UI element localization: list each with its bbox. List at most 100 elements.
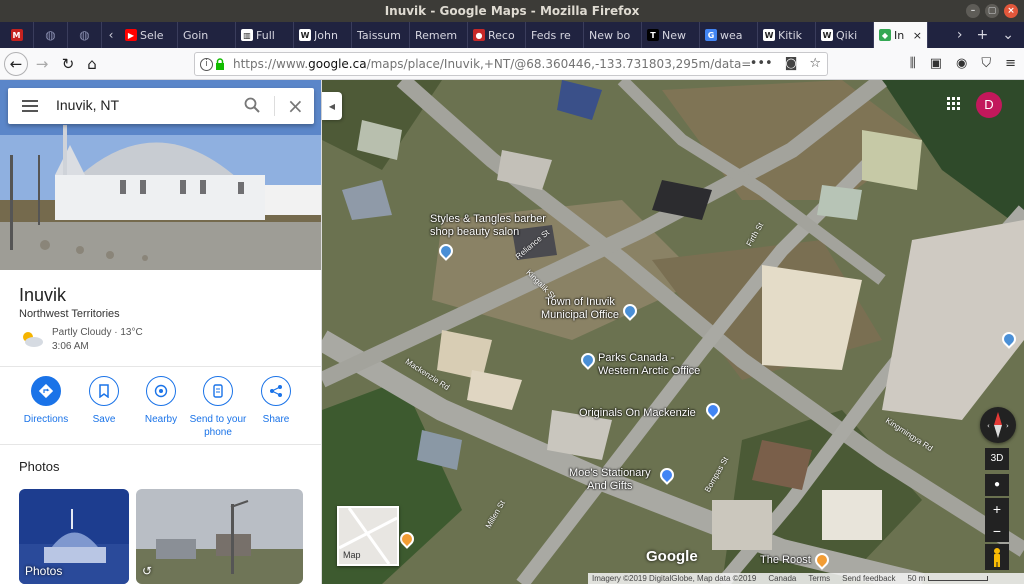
forward-button[interactable]: → [30,52,54,76]
tab-wea[interactable]: Gwea [700,22,758,48]
youtube-icon: ▶ [125,29,137,41]
pocket-icon[interactable]: ◙ [785,56,798,71]
tab-sele[interactable]: ▶ Sele [120,22,178,48]
feedback-link[interactable]: Send feedback [842,573,895,584]
tab-feds-re[interactable]: Feds re [526,22,584,48]
wikipedia-icon: W [763,29,775,41]
tab-list-icon[interactable]: ⌄ [1002,27,1014,43]
url-text[interactable]: https://www.google.ca/maps/place/Inuvik,… [233,57,753,71]
moes-label[interactable]: Moe's Stationary And Gifts [569,467,651,493]
nearby-icon [154,384,168,398]
send-to-phone-label: Send to your phone [189,414,247,438]
styles-and-tangles-label[interactable]: Styles & Tangles barber shop beauty salo… [430,213,546,239]
tab-new[interactable]: T New [642,22,700,48]
tab-globe[interactable]: ◍ [34,22,68,48]
svg-text:‹: ‹ [987,422,990,430]
parks-canada-label[interactable]: Parks Canada - Western Arctic Office [598,352,700,378]
tab-full[interactable]: ▥ Full [236,22,294,48]
photos-thumbnail[interactable]: Photos [19,489,129,584]
page-actions-icon[interactable]: ••• [750,56,773,71]
town-office-label[interactable]: Town of Inuvik Municipal Office [541,296,619,322]
library-icon[interactable]: ⫼ [910,56,916,71]
tab-title: Full [256,28,275,42]
window-titlebar: Inuvik - Google Maps - Mozilla Firefox –… [0,0,1024,22]
originals-label[interactable]: Originals On Mackenzie [579,407,696,420]
directions-icon [39,384,53,398]
send-to-phone-button[interactable]: Send to your phone [187,376,249,439]
my-location-button[interactable]: ● [985,474,1009,496]
tab-title: Goin [183,28,209,42]
bookmark-icon [99,384,109,398]
tab-kitik[interactable]: W Kitik [758,22,816,48]
tab-in[interactable]: ◆ In × [874,22,928,48]
wikipedia-icon: W [299,29,311,41]
tab-goin[interactable]: Goin [178,22,236,48]
site-info-icon[interactable]: i [200,58,213,71]
zoom-in-button[interactable]: + [985,498,1009,520]
hamburger-menu-icon[interactable] [22,100,38,112]
search-divider [274,96,275,116]
back-button[interactable]: ← [4,52,28,76]
google-icon: G [705,29,717,41]
avatar[interactable]: D [976,92,1002,118]
lock-icon [216,58,224,70]
reload-button[interactable]: ↻ [56,52,80,76]
tab-globe[interactable]: ◍ [68,22,102,48]
search-icon[interactable] [244,97,260,113]
maximize-button[interactable]: ▢ [985,4,999,18]
close-window-button[interactable]: × [1004,4,1018,18]
apps-grid-icon[interactable] [947,97,961,111]
new-tab-icon[interactable]: + [977,27,989,43]
zoom-out-button[interactable]: − [985,520,1009,542]
gmail-icon: M [10,29,23,41]
tab-title: Reco [488,28,515,42]
sidebar-icon[interactable]: ▣ [930,56,942,71]
3d-toggle-button[interactable]: 3D [985,448,1009,470]
hamburger-menu-icon[interactable]: ≡ [1005,56,1016,71]
street-view-icon: ↺ [142,564,153,578]
pegman-icon[interactable] [985,544,1009,570]
home-button[interactable]: ⌂ [80,52,104,76]
country-link[interactable]: Canada [768,573,796,584]
map-type-toggle[interactable]: Map [337,506,399,566]
account-icon[interactable]: ◉ [956,56,967,71]
directions-button[interactable]: Directions [15,376,77,426]
scale-label[interactable]: 50 m [908,573,988,584]
street-view-thumbnail[interactable]: ↺ [136,489,303,584]
tab-new-bo[interactable]: New bo [584,22,642,48]
nyt-icon: T [647,29,659,41]
map-canvas[interactable]: Styles & Tangles barber shop beauty salo… [322,80,1024,584]
tab-gmail[interactable]: M [0,22,34,48]
collapse-panel-button[interactable]: ◀ [322,92,342,120]
tab-john[interactable]: W John [294,22,352,48]
nearby-label: Nearby [144,414,178,425]
scale-bar [927,576,988,581]
satellite-imagery[interactable] [322,80,1024,584]
tab-taissum[interactable]: Taissum [352,22,410,48]
bookmark-star-icon[interactable]: ☆ [809,56,821,71]
save-button[interactable]: Save [73,376,135,426]
terms-link[interactable]: Terms [808,573,830,584]
shield-icon[interactable]: ⛉ [981,56,991,71]
nearby-button[interactable]: Nearby [130,376,192,426]
tab-qiki[interactable]: W Qiki [816,22,874,48]
tab-strip: M ◍ ◍ ‹ ▶ Sele Goin ▥ Full W John Taissum Remem ● Reco… [0,22,1024,48]
tab-title: Sele [140,28,164,42]
tab-reco[interactable]: ● Reco [468,22,526,48]
the-roost-label[interactable]: The Roost [760,554,811,567]
tab-remem[interactable]: Remem [410,22,468,48]
compass-icon[interactable]: ‹ › [980,407,1016,443]
tab-title: New [662,28,686,42]
tab-title: In [894,28,905,42]
close-tab-icon[interactable]: × [913,29,922,42]
scroll-tabs-right-icon[interactable]: › [957,27,963,43]
clear-search-icon[interactable]: × [287,94,304,118]
share-button[interactable]: Share [245,376,307,426]
url-bar[interactable]: i https://www.google.ca/maps/place/Inuvi… [194,52,828,76]
search-box[interactable]: Inuvik, NT × [8,88,314,124]
scroll-tabs-left-icon[interactable]: ‹ [102,22,120,48]
map-footer: Imagery ©2019 DigitalGlobe, Map data ©20… [588,573,1024,584]
search-input[interactable]: Inuvik, NT [56,97,119,113]
building-icon: ▥ [241,29,253,41]
minimize-button[interactable]: – [966,4,980,18]
